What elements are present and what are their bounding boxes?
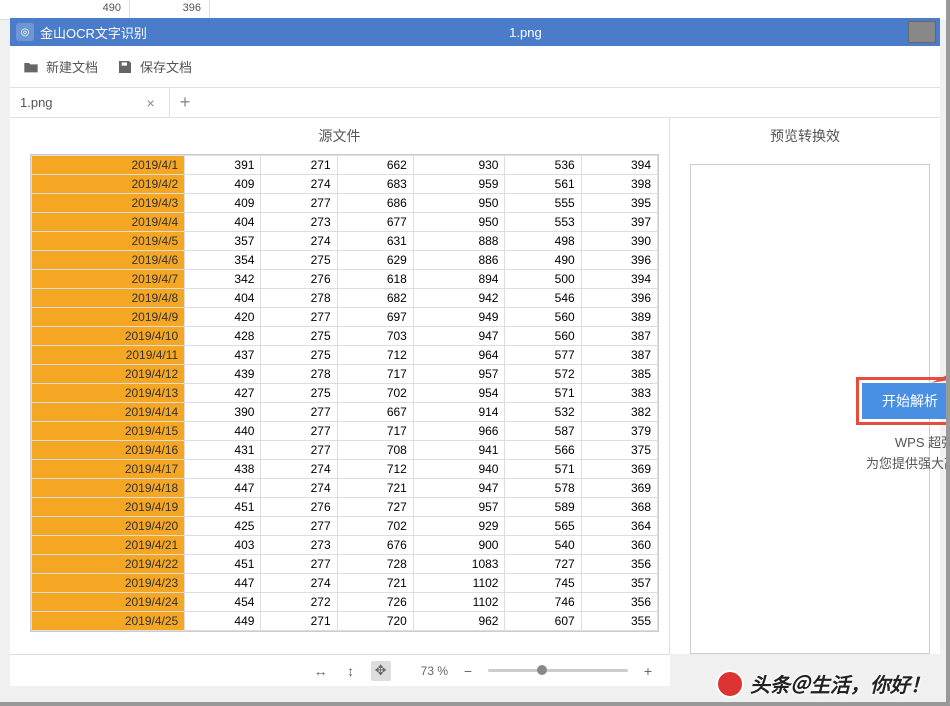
folder-open-icon xyxy=(22,59,40,75)
table-row: 2019/4/3409277686950555395 xyxy=(32,194,658,213)
promo-text: WPS 超强云 为您提供强大高效、快 xyxy=(866,433,950,475)
table-row: 2019/4/7342276618894500394 xyxy=(32,270,658,289)
zoom-out-button[interactable]: − xyxy=(458,661,478,681)
add-tab-button[interactable]: + xyxy=(170,92,201,113)
table-row: 2019/4/15440277717966587379 xyxy=(32,422,658,441)
table-row: 2019/4/6354275629886490396 xyxy=(32,251,658,270)
table-row: 2019/4/20425277702929565364 xyxy=(32,517,658,536)
source-header: 源文件 xyxy=(10,118,669,154)
zoom-value: 73 % xyxy=(421,664,448,678)
app-title: 金山OCR文字识别 xyxy=(40,23,147,42)
move-icon[interactable]: ✥ xyxy=(371,661,391,681)
title-bar: ◎ 金山OCR文字识别 1.png xyxy=(10,18,940,46)
app-icon: ◎ xyxy=(16,23,34,41)
watermark: 头条＠生活，你好！ xyxy=(716,669,930,698)
table-row: 2019/4/25449271720962607355 xyxy=(32,612,658,631)
table-row: 2019/4/18447274721947578369 xyxy=(32,479,658,498)
table-row: 2019/4/234472747211102745357 xyxy=(32,574,658,593)
save-icon xyxy=(116,59,134,75)
zoom-slider[interactable] xyxy=(488,669,628,672)
table-row: 2019/4/9420277697949560389 xyxy=(32,308,658,327)
main-panels: 源文件 2019/4/13912716629305363942019/4/240… xyxy=(10,118,940,654)
tab-bar: 1.png × + xyxy=(10,88,940,118)
table-row: 2019/4/12439278717957572385 xyxy=(32,365,658,384)
table-row: 2019/4/244542727261102746356 xyxy=(32,593,658,612)
table-row: 2019/4/17438274712940571369 xyxy=(32,460,658,479)
arrow-horizontal-icon[interactable]: ↔ xyxy=(311,661,331,681)
table-row: 2019/4/5357274631888498390 xyxy=(32,232,658,251)
source-table: 2019/4/13912716629305363942019/4/2409274… xyxy=(31,155,658,631)
preview-box: 开始解析 WPS 超强云 为您提供强大高效、快 xyxy=(690,164,930,654)
table-row: 2019/4/8404278682942546396 xyxy=(32,289,658,308)
convert-callout: 开始解析 xyxy=(856,377,950,425)
source-panel: 源文件 2019/4/13912716629305363942019/4/240… xyxy=(10,118,670,654)
window-title: 1.png xyxy=(147,25,904,40)
zoom-in-button[interactable]: + xyxy=(638,661,658,681)
toolbar: 新建文档 保存文档 xyxy=(10,46,940,88)
save-doc-button[interactable]: 保存文档 xyxy=(116,57,192,76)
new-doc-label: 新建文档 xyxy=(46,57,98,76)
table-row: 2019/4/10428275703947560387 xyxy=(32,327,658,346)
background-spreadsheet: 490 396 xyxy=(0,0,950,20)
table-row: 2019/4/21403273676900540360 xyxy=(32,536,658,555)
table-row: 2019/4/11437275712964577387 xyxy=(32,346,658,365)
start-convert-button[interactable]: 开始解析 xyxy=(862,383,950,419)
save-doc-label: 保存文档 xyxy=(140,57,192,76)
preview-panel: 预览转换效 开始解析 WPS 超强云 为您提供强大高效、快 xyxy=(670,118,940,654)
table-row: 2019/4/19451276727957589368 xyxy=(32,498,658,517)
table-row: 2019/4/14390277667914532382 xyxy=(32,403,658,422)
watermark-logo-icon xyxy=(716,670,744,698)
preview-header: 预览转换效 xyxy=(670,118,940,154)
arrow-vertical-icon[interactable]: ↕ xyxy=(341,661,361,681)
tab-label: 1.png xyxy=(20,95,53,110)
tab-active[interactable]: 1.png × xyxy=(10,88,170,117)
new-doc-button[interactable]: 新建文档 xyxy=(22,57,98,76)
table-row: 2019/4/16431277708941566375 xyxy=(32,441,658,460)
table-row: 2019/4/1391271662930536394 xyxy=(32,156,658,175)
table-row: 2019/4/224512777281083727356 xyxy=(32,555,658,574)
table-row: 2019/4/4404273677950553397 xyxy=(32,213,658,232)
avatar[interactable] xyxy=(908,21,936,43)
close-icon[interactable]: × xyxy=(143,95,159,111)
status-bar: ↔ ↕ ✥ 73 % − + xyxy=(10,654,670,686)
table-row: 2019/4/2409274683959561398 xyxy=(32,175,658,194)
source-view[interactable]: 2019/4/13912716629305363942019/4/2409274… xyxy=(10,154,669,654)
table-row: 2019/4/13427275702954571383 xyxy=(32,384,658,403)
